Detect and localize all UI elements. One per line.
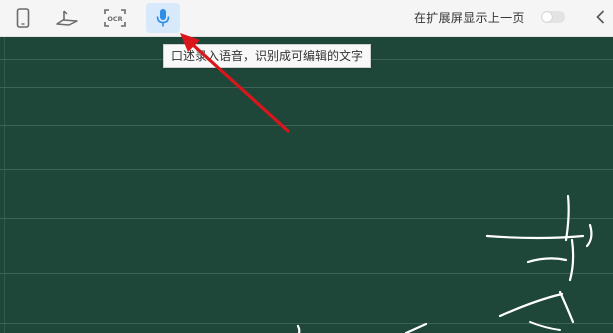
collapse-button[interactable]	[592, 8, 608, 28]
chevron-left-icon	[595, 9, 605, 28]
projector-icon	[55, 8, 79, 28]
extend-screen-label: 在扩展屏显示上一页	[414, 11, 525, 25]
phone-tool-button[interactable]	[6, 3, 40, 33]
ocr-icon-label: OCR	[107, 15, 122, 23]
ocr-icon: OCR	[103, 8, 127, 28]
chalkboard-canvas[interactable]	[0, 37, 613, 333]
handwriting-strokes	[296, 194, 593, 333]
whiteboard-app: OCR 在扩展屏显示上一页 口述录入语音，识别成可编辑的文字	[0, 0, 613, 333]
ocr-tool-button[interactable]: OCR	[98, 3, 132, 33]
microphone-icon	[155, 8, 171, 28]
extend-screen-toggle[interactable]	[541, 11, 565, 23]
projector-tool-button[interactable]	[50, 3, 84, 33]
voice-input-tooltip: 口述录入语音，识别成可编辑的文字	[163, 44, 372, 68]
toggle-knob	[542, 12, 552, 22]
voice-input-tool-button[interactable]	[146, 3, 180, 33]
top-toolbar: OCR 在扩展屏显示上一页	[0, 0, 613, 37]
phone-icon	[16, 8, 30, 28]
